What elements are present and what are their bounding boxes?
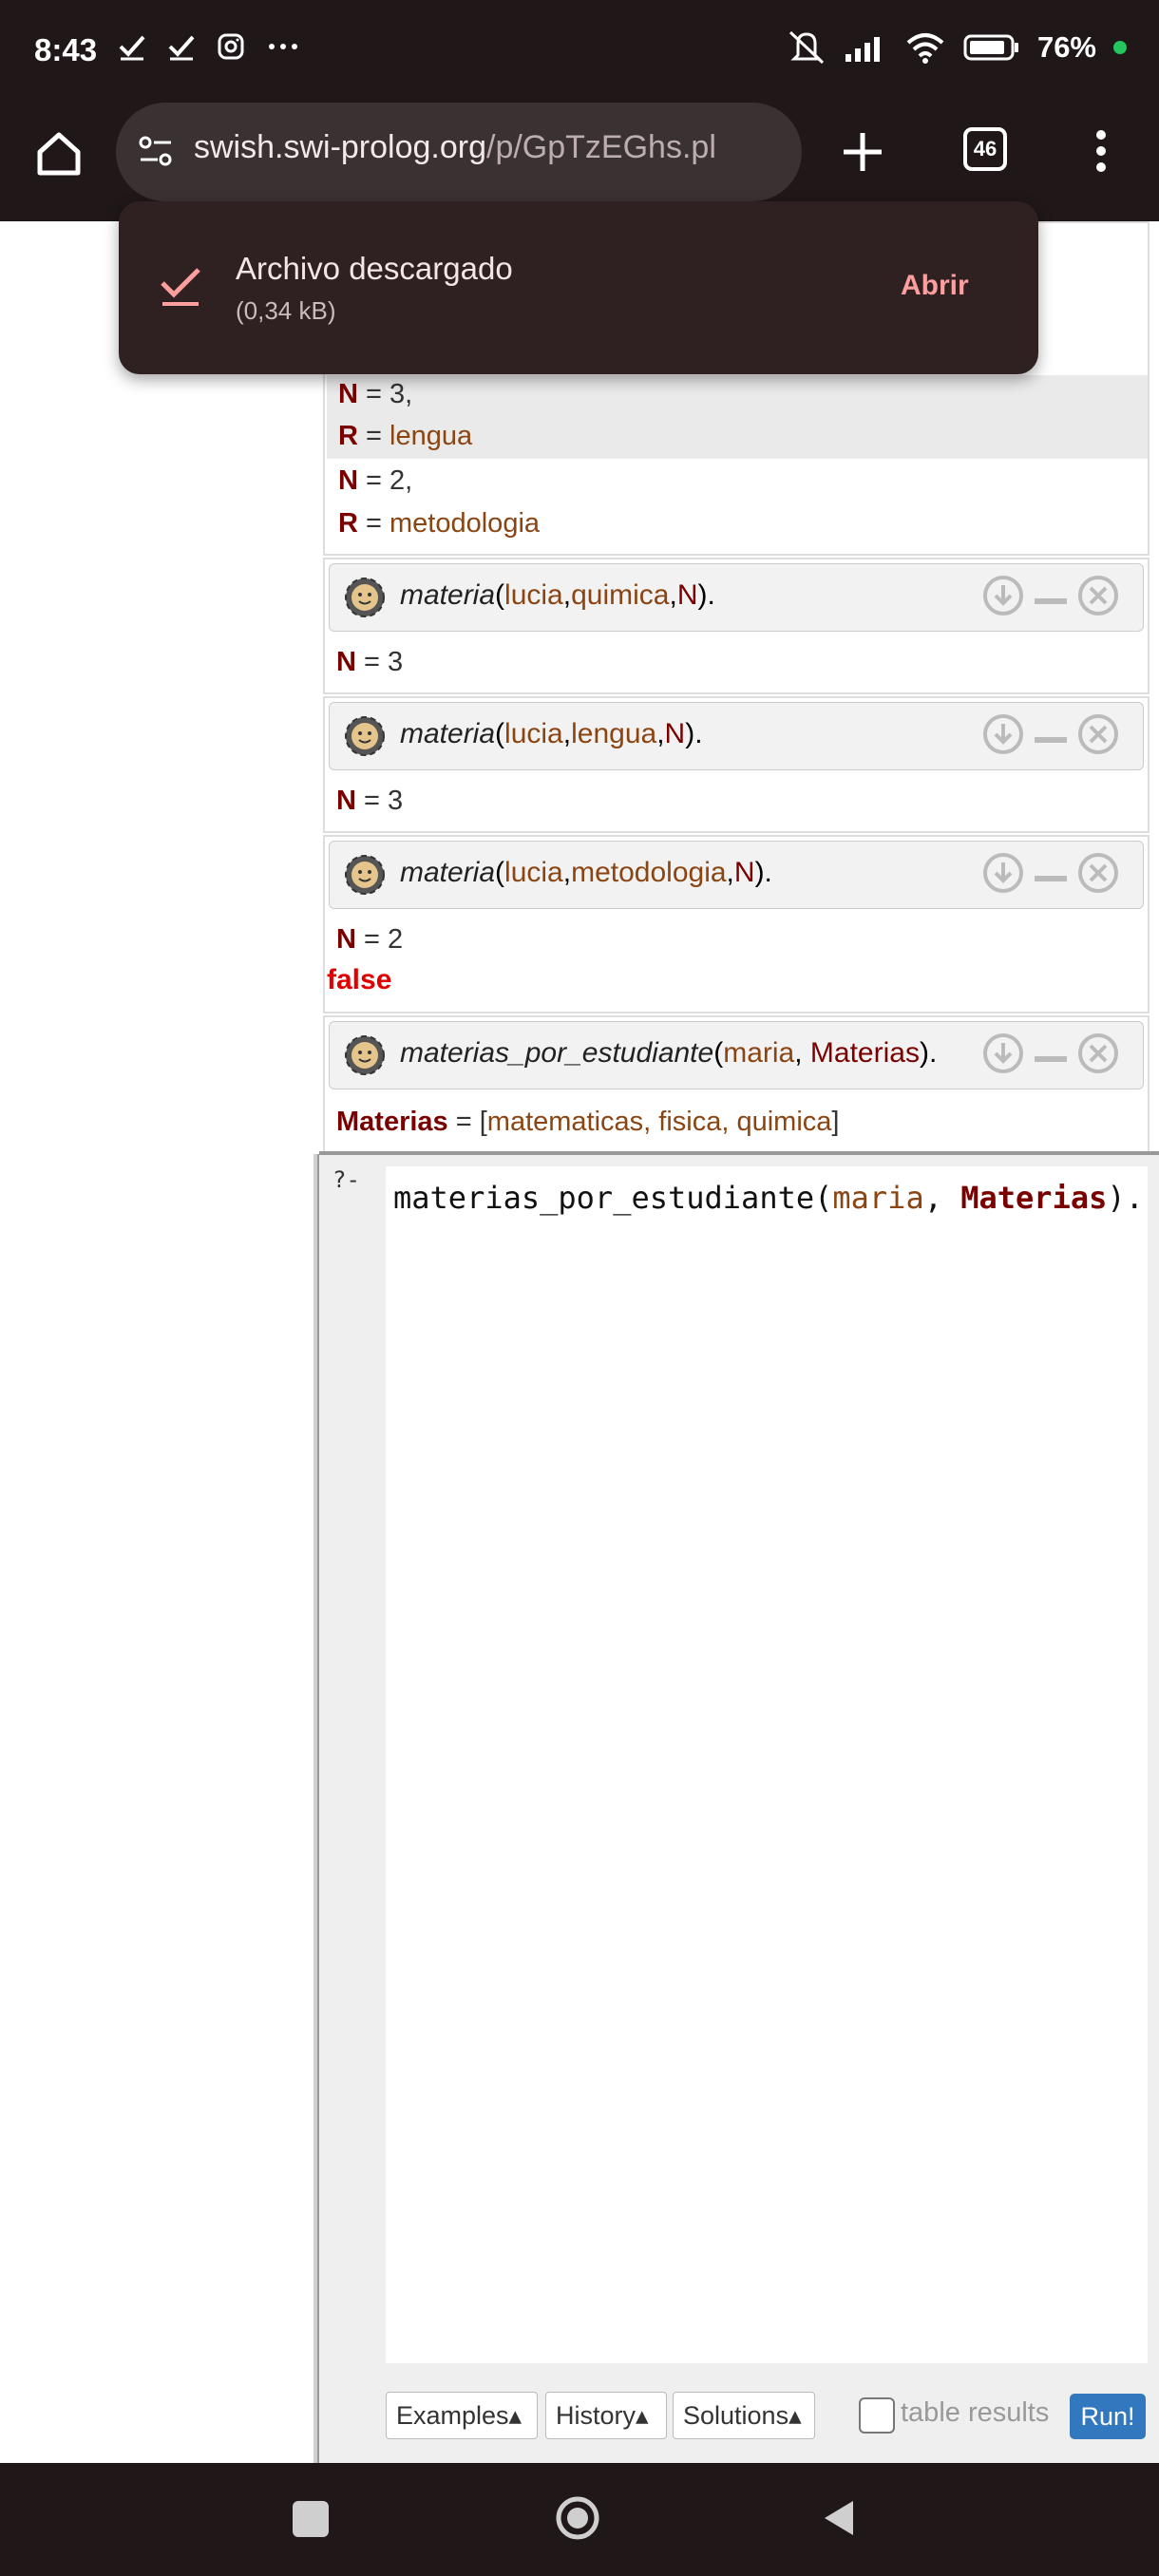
answer-line: N = 2, xyxy=(338,465,413,496)
program-panel xyxy=(0,221,314,2463)
query-header[interactable]: materia(lucia,lengua,N). xyxy=(329,702,1144,770)
toast-file-size: (0,34 kB) xyxy=(236,296,336,325)
battery-percent: 76% xyxy=(1036,30,1096,64)
check-icon xyxy=(168,35,195,61)
query-card: materia(lucia,quimica,N). N = 3 xyxy=(323,558,1150,694)
minimize-icon[interactable] xyxy=(1029,851,1073,895)
toast-title: Archivo descargado xyxy=(236,251,513,286)
system-icons: 76% xyxy=(787,28,1127,66)
run-button[interactable]: Run! xyxy=(1070,2394,1146,2439)
query-card: materias_por_estudiante(maria, Materias)… xyxy=(323,1015,1150,1154)
minimize-icon[interactable] xyxy=(1029,712,1073,756)
query-answer: N = 3 xyxy=(336,647,404,677)
answer-line: R = metodologia xyxy=(338,508,541,539)
table-results-checkbox[interactable] xyxy=(859,2397,895,2434)
table-results-label: table results xyxy=(901,2397,1050,2428)
gear-icon xyxy=(345,855,385,895)
new-tab-icon[interactable] xyxy=(840,129,885,175)
back-icon[interactable] xyxy=(819,2497,857,2539)
query-card: materia(lucia,metodologia,N). N = 2 fals… xyxy=(323,835,1150,1013)
close-icon[interactable] xyxy=(1076,1032,1120,1075)
url-host: swish.swi-prolog.org xyxy=(194,129,486,165)
url-text[interactable]: swish.swi-prolog.org/p/GpTzEGhs.pl xyxy=(194,129,716,166)
download-icon[interactable] xyxy=(981,851,1025,895)
download-done-icon xyxy=(161,268,200,306)
query-answer: N = 2 xyxy=(336,924,404,955)
gear-icon xyxy=(345,716,385,756)
recents-icon[interactable] xyxy=(293,2501,329,2537)
false-status: false xyxy=(327,964,392,995)
query-text: materia(lucia,quimica,N). xyxy=(400,579,715,611)
query-header[interactable]: materia(lucia,metodologia,N). xyxy=(329,841,1144,909)
more-icon xyxy=(269,44,297,49)
query-text: materia(lucia,metodologia,N). xyxy=(400,857,772,888)
download-icon[interactable] xyxy=(981,1032,1025,1075)
tab-switcher-button[interactable]: 46 xyxy=(963,127,1007,171)
answer-line: N = 3, xyxy=(338,379,413,409)
close-icon[interactable] xyxy=(1076,712,1120,756)
query-answer: N = 3 xyxy=(336,786,404,816)
query-text: materia(lucia,lengua,N). xyxy=(400,718,703,749)
query-editor: ?- materias_por_estudiante(maria, Materi… xyxy=(319,1155,1159,2463)
instagram-icon xyxy=(218,33,244,60)
history-button[interactable]: History▴ xyxy=(545,2392,667,2439)
home-icon[interactable] xyxy=(34,129,84,179)
query-input[interactable]: materias_por_estudiante(maria, Materias)… xyxy=(386,1166,1148,2363)
status-bar: 8:43 76% xyxy=(0,0,1159,103)
minimize-icon[interactable] xyxy=(1029,1032,1073,1075)
check-icon xyxy=(119,35,145,61)
minimize-icon[interactable] xyxy=(1029,574,1073,617)
open-file-button[interactable]: Abrir xyxy=(901,270,969,302)
wifi-icon xyxy=(906,33,944,64)
download-icon[interactable] xyxy=(981,574,1025,617)
solutions-button[interactable]: Solutions▴ xyxy=(673,2392,815,2439)
status-time: 8:43 xyxy=(34,32,98,67)
query-card: materia(lucia,lengua,N). N = 3 xyxy=(323,696,1150,833)
home-nav-icon[interactable] xyxy=(555,2495,600,2541)
query-text: materias_por_estudiante(maria, Materias)… xyxy=(400,1037,938,1069)
notification-icons xyxy=(118,32,300,61)
more-menu-icon[interactable] xyxy=(1087,127,1115,175)
privacy-indicator xyxy=(1113,41,1127,54)
download-toast: Archivo descargado (0,34 kB) Abrir xyxy=(119,201,1038,374)
close-icon[interactable] xyxy=(1076,574,1120,617)
close-icon[interactable] xyxy=(1076,851,1120,895)
system-nav-bar xyxy=(0,2463,1159,2576)
query-header[interactable]: materias_por_estudiante(maria, Materias)… xyxy=(329,1021,1144,1089)
battery-icon xyxy=(963,34,1018,61)
mute-icon xyxy=(788,30,824,65)
signal-icon xyxy=(845,37,880,62)
site-settings-icon[interactable] xyxy=(137,133,175,171)
examples-button[interactable]: Examples▴ xyxy=(386,2392,538,2439)
query-answer: Materias = [matematicas, fisica, quimica… xyxy=(336,1107,840,1137)
download-icon[interactable] xyxy=(981,712,1025,756)
url-path: /p/GpTzEGhs.pl xyxy=(486,129,716,165)
query-prompt: ?- xyxy=(332,1166,360,1193)
query-code[interactable]: materias_por_estudiante(maria, Materias)… xyxy=(393,1180,1144,1216)
url-bar[interactable]: swish.swi-prolog.org/p/GpTzEGhs.pl xyxy=(116,103,802,201)
gear-icon xyxy=(345,1035,385,1075)
gear-icon xyxy=(345,578,385,617)
query-toolbar: Examples▴ History▴ Solutions▴ table resu… xyxy=(386,2392,1155,2439)
answer-line: R = lengua xyxy=(338,421,473,451)
query-header[interactable]: materia(lucia,quimica,N). xyxy=(329,563,1144,632)
